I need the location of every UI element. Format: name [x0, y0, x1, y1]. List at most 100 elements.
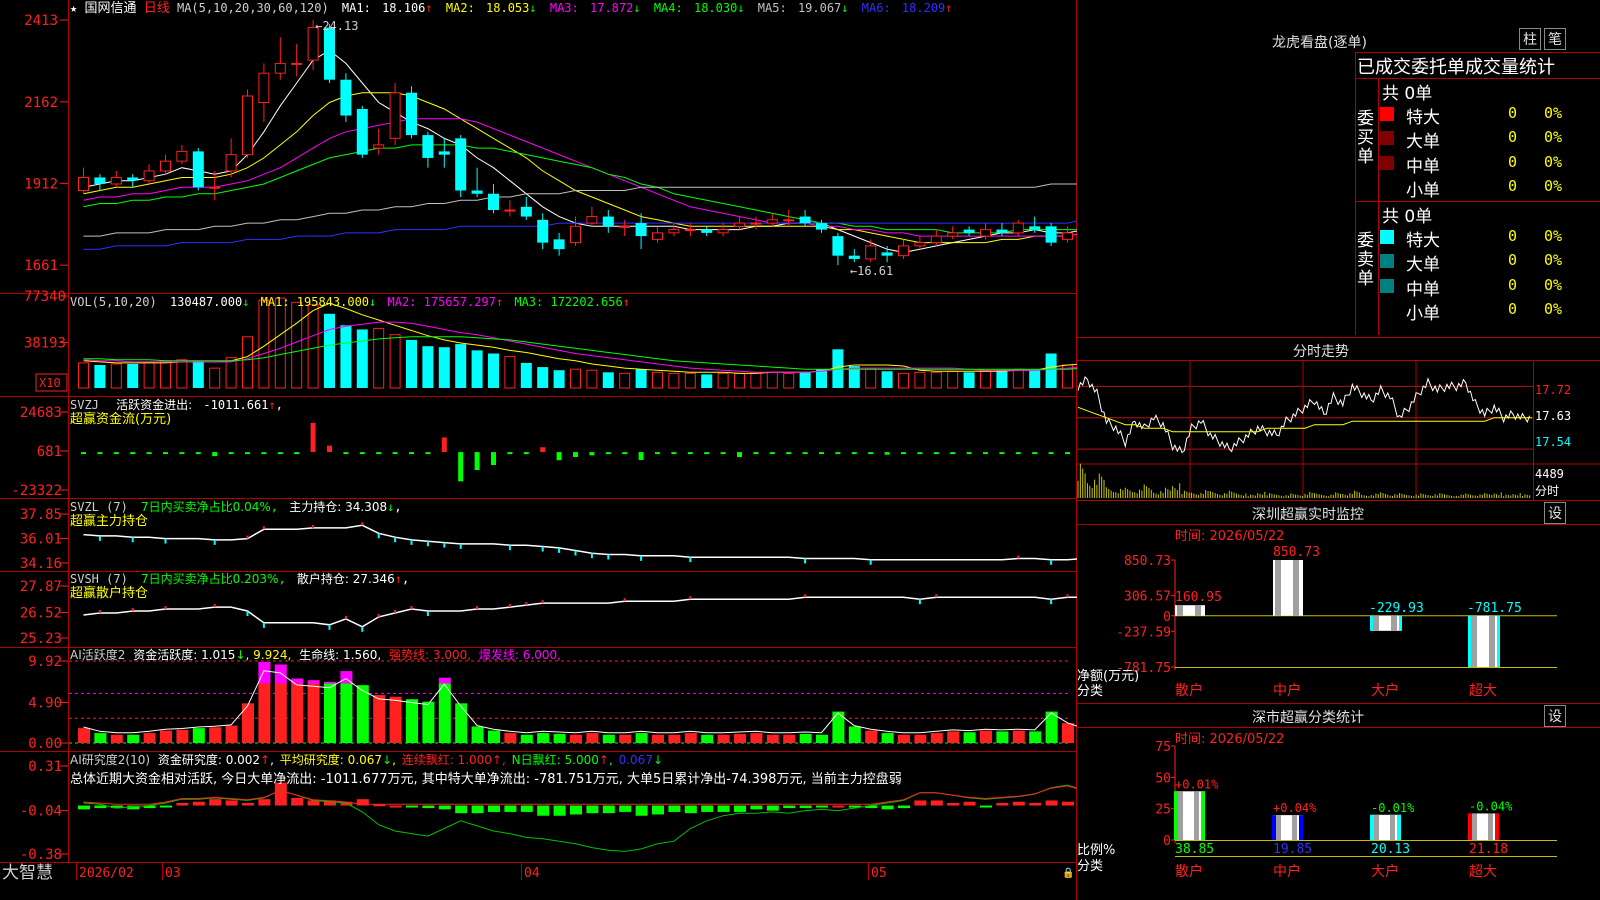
vol-ma2: MA2: 175657.297 [388, 295, 496, 309]
flow-bar [868, 452, 874, 455]
svg-text:★ 国网信通 日线 MA(5,10,: ★ 国网信通 日线 MA(5,10,20,30,60,120) MA1: 18.… [70, 1, 953, 16]
volume-bar-up [734, 372, 745, 389]
candle-down [406, 92, 417, 136]
volume-bar-down [996, 370, 1008, 388]
flow-bar [294, 452, 300, 455]
order-color-swatch [1380, 302, 1394, 317]
research-bar [930, 800, 943, 806]
ratio-bar-chart: 时间: 2026/05/22 75 50 25 0 +0.01% 38.85 散户 +0.04… [1077, 732, 1557, 880]
mon2-y-tick-label: 50 [1155, 771, 1171, 786]
fs-price-mid: 17.63 [1535, 409, 1571, 423]
candle-down [881, 252, 893, 256]
order-type-label: 中单 [1406, 156, 1440, 177]
ma6-label: MA6: [862, 1, 891, 15]
divider [1378, 78, 1379, 335]
activity-bar [127, 734, 140, 743]
candle-down [996, 229, 1008, 233]
research-avg-line [83, 784, 1077, 852]
volume-bar-up [143, 361, 155, 389]
candle-down [438, 151, 450, 155]
candle-up [930, 235, 942, 244]
stats-settings-button[interactable]: 设 [1544, 705, 1566, 727]
activity-bar [242, 703, 254, 743]
volume-bar-up [389, 334, 401, 389]
tick-mode-button[interactable]: 笔 [1544, 28, 1566, 50]
activity-bar [980, 730, 992, 743]
fs-price-line [1077, 376, 1531, 454]
activity-bar [701, 734, 714, 743]
research-bar [750, 805, 763, 810]
volume-panel [78, 297, 1077, 389]
mon2-bar-edge [1370, 814, 1374, 840]
flow-bar [146, 452, 152, 455]
volume-bar-up [947, 370, 959, 389]
y-tick-label: 37.85 [20, 507, 62, 523]
activity-bar [898, 734, 910, 743]
order-count: 0 [1508, 128, 1518, 147]
volume-bar-down [799, 372, 811, 388]
monitor-settings-button[interactable]: 设 [1544, 502, 1566, 524]
lock-icon[interactable]: 🔒 [1062, 867, 1074, 879]
order-count: 0 [1508, 104, 1518, 122]
fs-volume-label: 分时 [1535, 484, 1559, 498]
flow-bar [884, 452, 890, 455]
monitor-title: 深圳超赢实时监控 [1252, 507, 1364, 523]
candle-up [176, 150, 188, 162]
order-row: 中单 0 0% [1380, 275, 1600, 300]
flow-bar [228, 452, 234, 455]
research-bar [881, 805, 894, 810]
flow-bar [540, 447, 546, 453]
order-percent: 0% [1544, 227, 1563, 245]
research-bar [242, 802, 254, 806]
k-line-chart-area[interactable]: ←24.13←16.61 241321621912166177340381932… [0, 0, 1077, 900]
svzl-title: SVZL (7) [70, 500, 128, 514]
research-bar [914, 800, 927, 806]
order-row: 大单 0 0% [1380, 127, 1600, 152]
candle-up [1062, 232, 1073, 240]
candle-up [865, 245, 877, 260]
research-bar [717, 805, 730, 812]
activity-bar [570, 734, 582, 743]
candle-up [78, 176, 89, 191]
y-tick-label: 36.01 [20, 531, 62, 547]
candle-down [488, 193, 499, 211]
research-bar [1029, 802, 1042, 806]
mon1-value-label: -781.75 [1467, 601, 1522, 616]
activity-bar [881, 733, 894, 743]
fs-price-high: 17.72 [1535, 383, 1571, 397]
candle-down [553, 239, 565, 250]
mon1-y-tick-label: 0 [1163, 610, 1171, 625]
order-color-swatch [1380, 254, 1394, 269]
net-amount-label: 净额(万元) [1077, 669, 1139, 684]
y-tick-label: 26.52 [20, 606, 62, 622]
y-tick-label: 2413 [24, 13, 58, 29]
flow-bar [999, 452, 1005, 455]
volume-bar-up [176, 359, 188, 389]
intraday-chart[interactable]: 17.72 17.63 17.54 4489 分时 [1077, 361, 1600, 500]
volume-bar-up [750, 371, 762, 389]
bar-mode-button[interactable]: 柱 [1519, 28, 1541, 50]
candle-up [914, 242, 926, 247]
research-bar [783, 805, 796, 809]
activity-bar [602, 734, 615, 743]
activity-bar [947, 731, 960, 743]
research-bar [684, 805, 697, 814]
activity-bar [963, 732, 976, 743]
ma3-value: 17.872 [590, 1, 633, 15]
candle-up [750, 222, 762, 225]
research-bar [455, 805, 468, 814]
volume-bar-down [340, 325, 352, 388]
flow-bar [212, 452, 218, 457]
flow-bar [851, 452, 857, 455]
research-bar [488, 805, 500, 812]
activity-bar [504, 733, 517, 743]
y-tick-label: -0.38 [20, 847, 62, 863]
activity-bar [78, 728, 90, 743]
candle-up [783, 219, 795, 222]
ai2-ndays: N日飘红: 5.000 [512, 752, 599, 767]
high-price-label: ←24.13 [315, 19, 358, 33]
svsh-hold: 散户持仓: 27.346 [297, 571, 395, 586]
candle-down [192, 151, 204, 188]
candle-down [356, 109, 368, 155]
ratio-label: 比例% [1077, 843, 1115, 858]
